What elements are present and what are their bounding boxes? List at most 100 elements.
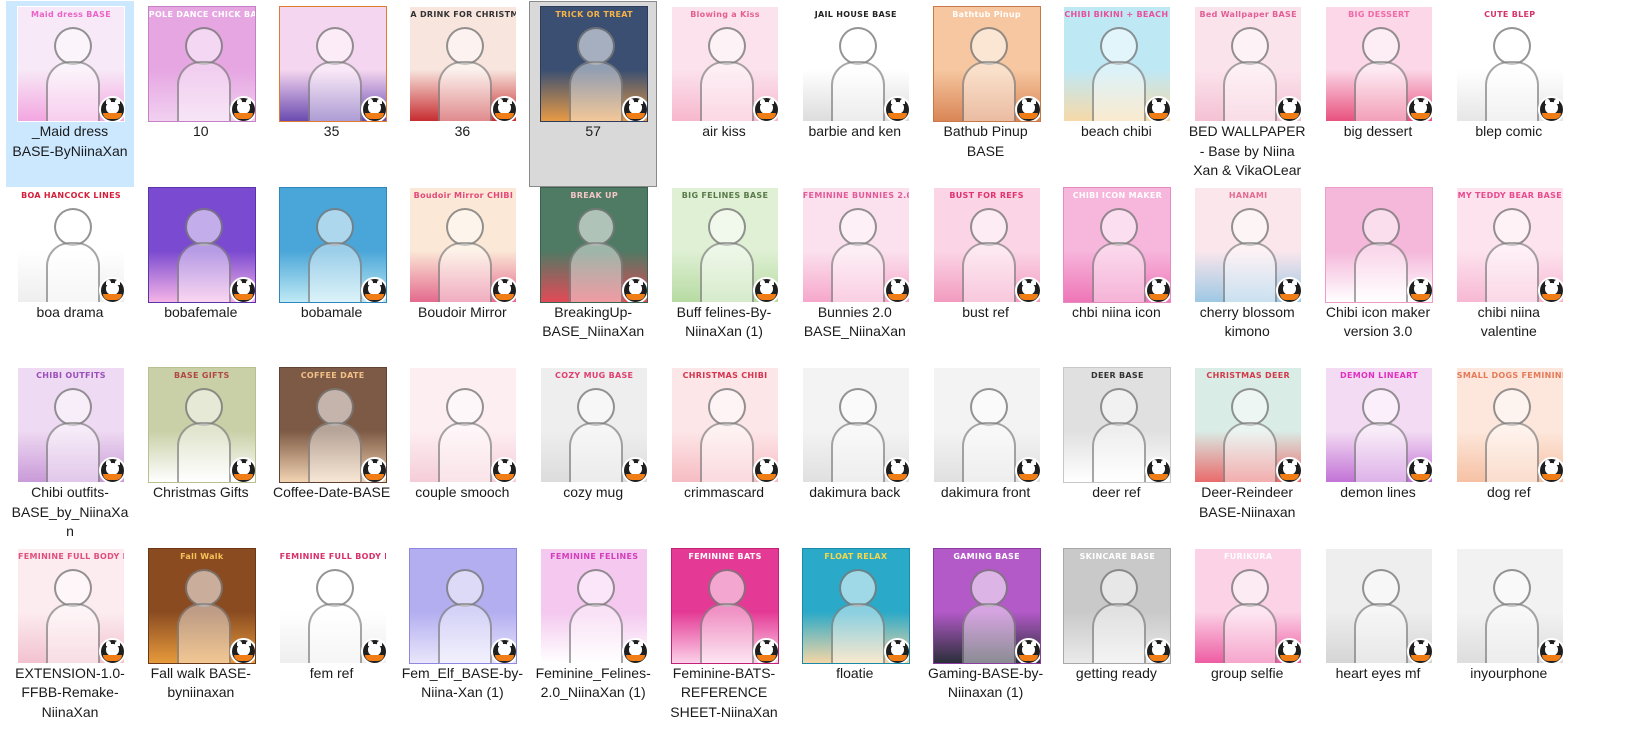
file-item[interactable]: bobafemale [137, 182, 265, 368]
file-item[interactable]: dakimura front [922, 362, 1050, 548]
niinaxan-avatar-icon [229, 96, 255, 121]
file-thumbnail: HANAMI [1194, 186, 1303, 303]
avatar-face-shape [1152, 643, 1166, 656]
file-item[interactable]: FURIKURA group selfie [1183, 543, 1311, 729]
file-item[interactable]: BUST FOR REFS bust ref [922, 182, 1050, 368]
file-item[interactable]: Bed Wallpaper BASE BED WALLPAPER - Base b… [1183, 1, 1311, 187]
file-item[interactable]: FEMININE BATS Feminine-BATS-REFERENCE SHE… [660, 543, 788, 729]
file-item[interactable]: Maid dress BASE _Maid dress BASE-ByNiinaX… [6, 1, 134, 187]
avatar-flame-shape [233, 654, 253, 661]
file-name-label: Chibi icon maker version 3.0 [1325, 303, 1431, 340]
file-item[interactable]: FEMININE BUNNIES 2.0 Bunnies 2.0 BASE_Nii… [791, 182, 919, 368]
file-thumbnail: CHRISTMAS DEER [1194, 367, 1303, 484]
file-name-label: 10 [193, 123, 209, 139]
file-item[interactable]: BOA HANCOCK LINES boa drama [6, 182, 134, 368]
file-item[interactable]: Chibi icon maker version 3.0 [1314, 182, 1442, 368]
figure-head-shape [969, 27, 1008, 65]
file-name-label: _Maid dress BASE-ByNiinaXan [12, 123, 128, 159]
figure-head-shape [577, 27, 616, 65]
file-item[interactable]: BASE GIFTS Christmas Gifts [137, 362, 265, 548]
figure-head-shape [969, 568, 1008, 607]
file-item[interactable]: 35 [268, 1, 396, 187]
file-item[interactable]: SKINCARE BASE getting ready [1052, 543, 1180, 729]
file-item[interactable]: COFFEE DATE Coffee-Date-BASE [268, 362, 396, 548]
figure-head-shape [1492, 388, 1531, 427]
file-item[interactable]: CUTE BLEP blep comic [1445, 1, 1573, 187]
file-item[interactable]: MY TEDDY BEAR BASE chibi niina valentine [1445, 182, 1573, 368]
file-item[interactable]: FEMININE FELINES Feminine_Felines-2.0_Nii… [529, 543, 657, 729]
file-item[interactable]: CHIBI ICON MAKER chbi niina icon [1052, 182, 1180, 368]
niinaxan-avatar-icon [99, 276, 124, 302]
file-item[interactable]: BIG DESSERT big dessert [1314, 1, 1442, 187]
niinaxan-avatar-icon [622, 276, 648, 302]
file-item[interactable]: A DRINK FOR CHRISTMAS 36 [398, 1, 526, 187]
figure-body-shape [176, 61, 231, 121]
thumbnail-title: HANAMI [1228, 190, 1268, 200]
niinaxan-avatar-icon [1014, 96, 1040, 121]
file-item[interactable]: couple smooch [398, 362, 526, 548]
file-item[interactable]: BIG FELINES BASE Buff felines-By-NiinaXan… [660, 182, 788, 368]
file-item[interactable]: FEMININE FULL BODY BASE EXTENSION-1.0-FFB… [6, 543, 134, 729]
file-thumbnail: Fall Walk [147, 547, 256, 664]
file-item[interactable]: GAMING BASE Gaming-BASE-by-Niinaxan (1) [922, 543, 1050, 729]
file-item[interactable]: COZY MUG BASE cozy mug [529, 362, 657, 548]
file-item[interactable]: dakimura back [791, 362, 919, 548]
niinaxan-avatar-icon [753, 637, 778, 663]
file-item[interactable]: CHRISTMAS DEER Deer-Reindeer BASE-Niinaxa… [1183, 362, 1311, 548]
file-name-label: dakimura front [940, 484, 1031, 501]
file-item[interactable]: Fall Walk Fall walk BASE-byniinaxan [137, 543, 265, 729]
niinaxan-avatar-icon [360, 457, 386, 483]
file-thumbnail: FLOAT RELAX [801, 547, 910, 664]
figure-body-shape [1092, 241, 1147, 302]
file-item[interactable]: SMALL DOGS FEMININE dog ref [1445, 362, 1573, 548]
avatar-flame-shape [1018, 474, 1038, 481]
file-thumbnail: CUTE BLEP [1455, 6, 1564, 122]
file-item[interactable]: heart eyes mf [1314, 543, 1442, 729]
file-item[interactable]: JAIL HOUSE BASE barbie and ken [791, 1, 919, 187]
file-item[interactable]: HANAMI cherry blossom kimono [1183, 182, 1311, 368]
file-name-label: BreakingUp-BASE_NiinaXan [542, 303, 645, 340]
figure-body-shape [700, 241, 754, 302]
file-item[interactable]: DEMON LINEART demon lines [1314, 362, 1442, 548]
file-item[interactable]: CHIBI BIKINI + BEACH OUTFITS beach chibi [1052, 1, 1180, 187]
file-item[interactable]: inyourphone [1445, 543, 1573, 729]
niinaxan-avatar-icon [753, 276, 778, 302]
file-name-label: BED WALLPAPER - Base by Niina Xan & Vika… [1188, 123, 1306, 178]
file-item[interactable]: TRICK OR TREAT 57 [529, 1, 658, 187]
file-item[interactable]: POLE DANCE CHICK BASE 10 [137, 1, 265, 187]
file-name-label: Bunnies 2.0 BASE_NiinaXan [803, 303, 906, 340]
figure-head-shape [1231, 207, 1270, 246]
file-item[interactable]: CHIBI OUTFITS Chibi outfits-BASE_by_Niina… [6, 362, 134, 548]
avatar-flame-shape [887, 293, 907, 300]
file-thumbnail: MY TEDDY BEAR BASE [1455, 186, 1564, 303]
figure-body-shape [1354, 241, 1408, 302]
file-item[interactable]: Fem_Elf_BASE-by-Niina-Xan (1) [398, 543, 526, 729]
figure-head-shape [838, 27, 877, 65]
avatar-face-shape [106, 643, 119, 656]
file-item[interactable]: CHRISTMAS CHIBI crimmascard [660, 362, 788, 548]
file-item[interactable]: BREAK UP BreakingUp-BASE_NiinaXan [529, 182, 657, 368]
file-name-label: heart eyes mf [1335, 664, 1421, 681]
file-thumbnail [801, 367, 910, 484]
file-thumbnail [409, 367, 518, 484]
file-name-label: Gaming-BASE-by-Niinaxan (1) [928, 664, 1044, 701]
niinaxan-avatar-icon [1014, 276, 1040, 302]
file-name-label: Feminine_Felines-2.0_NiinaXan (1) [535, 664, 651, 701]
file-item[interactable]: FEMININE FULL BODY BASE fem ref [268, 543, 396, 729]
figure-body-shape [1223, 241, 1278, 302]
file-thumbnail: BOA HANCOCK LINES [17, 186, 125, 303]
file-item[interactable]: Boudoir Mirror CHIBI Boudoir Mirror [398, 182, 526, 368]
file-thumbnail: FURIKURA [1194, 547, 1303, 664]
file-item[interactable]: DEER BASE deer ref [1052, 362, 1180, 548]
thumbnail-title: FURIKURA [1223, 551, 1273, 561]
file-name-label: big dessert [1343, 123, 1413, 139]
file-item[interactable]: bobamale [268, 182, 396, 368]
file-item[interactable]: Bathtub Pinup Bathub Pinup BASE [922, 1, 1050, 187]
file-name-label: couple smooch [415, 484, 510, 501]
avatar-flame-shape [1149, 113, 1169, 119]
avatar-flame-shape [1149, 293, 1169, 300]
figure-head-shape [184, 207, 223, 246]
file-name-label: Buff felines-By-NiinaXan (1) [676, 303, 772, 340]
file-item[interactable]: FLOAT RELAX floatie [791, 543, 919, 729]
file-item[interactable]: Blowing a Kiss air kiss [660, 1, 788, 187]
